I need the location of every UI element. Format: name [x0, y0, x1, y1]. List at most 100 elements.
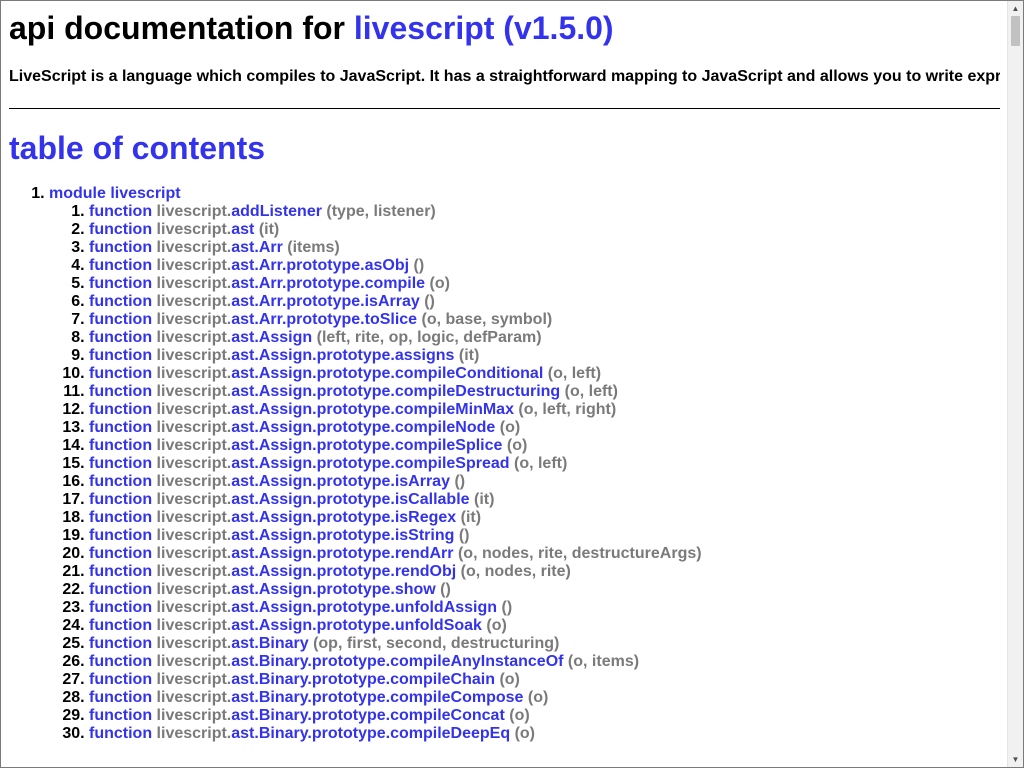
- function-keyword-link[interactable]: function: [89, 599, 152, 616]
- function-list-item: function livescript.ast (it): [89, 221, 1000, 239]
- function-name-link[interactable]: addListener: [231, 203, 322, 220]
- function-name-link[interactable]: ast.Assign.prototype.isArray: [231, 473, 450, 490]
- function-namespace: livescript.: [156, 455, 232, 472]
- page-title: api documentation for livescript (v1.5.0…: [9, 8, 1000, 48]
- function-namespace: livescript.: [156, 437, 232, 454]
- function-keyword-link[interactable]: function: [89, 725, 152, 742]
- function-keyword-link[interactable]: function: [89, 545, 152, 562]
- function-list-item: function livescript.ast.Assign.prototype…: [89, 581, 1000, 599]
- function-params: (): [440, 581, 451, 598]
- scroll-thumb[interactable]: [1011, 16, 1020, 46]
- function-params: (o): [499, 671, 520, 688]
- function-list-item: function livescript.ast.Assign.prototype…: [89, 599, 1000, 617]
- function-keyword-link[interactable]: function: [89, 473, 152, 490]
- function-list-item: function livescript.ast.Arr (items): [89, 239, 1000, 257]
- function-name-link[interactable]: ast.Assign.prototype.show: [231, 581, 435, 598]
- function-list-item: function livescript.ast.Assign.prototype…: [89, 491, 1000, 509]
- function-name-link[interactable]: ast.Arr.prototype.isArray: [231, 293, 420, 310]
- function-name-link[interactable]: ast.Assign.prototype.unfoldSoak: [231, 617, 482, 634]
- function-keyword-link[interactable]: function: [89, 221, 152, 238]
- title-link[interactable]: livescript (v1.5.0): [354, 10, 614, 46]
- function-name-link[interactable]: ast.Assign: [231, 329, 312, 346]
- function-params: (o, items): [567, 653, 640, 670]
- function-name-link[interactable]: ast.Assign.prototype.isRegex: [231, 509, 456, 526]
- vertical-scrollbar[interactable]: ▲ ▼: [1007, 1, 1023, 767]
- function-keyword-link[interactable]: function: [89, 671, 152, 688]
- scroll-up-icon[interactable]: ▲: [1008, 1, 1023, 16]
- function-name-link[interactable]: ast: [231, 221, 254, 238]
- function-keyword-link[interactable]: function: [89, 401, 152, 418]
- function-namespace: livescript.: [156, 491, 232, 508]
- function-name-link[interactable]: ast.Binary.prototype.compileConcat: [231, 707, 505, 724]
- function-params: (): [458, 527, 470, 544]
- function-name-link[interactable]: ast.Assign.prototype.isCallable: [231, 491, 469, 508]
- function-name-link[interactable]: ast.Assign.prototype.compileDestructurin…: [231, 383, 560, 400]
- function-list-item: function livescript.ast.Arr.prototype.to…: [89, 311, 1000, 329]
- function-name-link[interactable]: ast.Binary.prototype.compileDeepEq: [231, 725, 510, 742]
- divider: [9, 108, 1000, 109]
- function-namespace: livescript.: [156, 347, 232, 364]
- function-name-link[interactable]: ast.Arr.prototype.asObj: [231, 257, 409, 274]
- function-params: (): [413, 257, 425, 274]
- function-keyword-link[interactable]: function: [89, 329, 152, 346]
- function-name-link[interactable]: ast.Assign.prototype.compileSplice: [231, 437, 502, 454]
- function-list-item: function livescript.ast.Binary.prototype…: [89, 653, 1000, 671]
- function-keyword-link[interactable]: function: [89, 419, 152, 436]
- function-keyword-link[interactable]: function: [89, 347, 152, 364]
- function-name-link[interactable]: ast.Assign.prototype.isString: [231, 527, 454, 544]
- function-params: (it): [460, 509, 482, 526]
- function-keyword-link[interactable]: function: [89, 239, 152, 256]
- function-keyword-link[interactable]: function: [89, 617, 152, 634]
- function-name-link[interactable]: ast.Assign.prototype.unfoldAssign: [231, 599, 497, 616]
- function-params: (o, base, symbol): [421, 311, 553, 328]
- function-keyword-link[interactable]: function: [89, 635, 152, 652]
- function-name-link[interactable]: ast.Binary.prototype.compileChain: [231, 671, 495, 688]
- function-name-link[interactable]: ast.Arr.prototype.compile: [231, 275, 425, 292]
- function-name-link[interactable]: ast.Assign.prototype.assigns: [231, 347, 454, 364]
- function-namespace: livescript.: [156, 545, 232, 562]
- function-keyword-link[interactable]: function: [89, 455, 152, 472]
- function-keyword-link[interactable]: function: [89, 527, 152, 544]
- function-params: (left, rite, op, logic, defParam): [316, 329, 542, 346]
- function-name-link[interactable]: ast.Assign.prototype.rendArr: [231, 545, 453, 562]
- function-keyword-link[interactable]: function: [89, 293, 152, 310]
- page-content: api documentation for livescript (v1.5.0…: [1, 8, 1008, 743]
- function-keyword-link[interactable]: function: [89, 707, 152, 724]
- function-namespace: livescript.: [156, 635, 232, 652]
- function-keyword-link[interactable]: function: [89, 275, 152, 292]
- function-namespace: livescript.: [156, 329, 232, 346]
- function-list-item: function livescript.addListener (type, l…: [89, 203, 1000, 221]
- function-keyword-link[interactable]: function: [89, 383, 152, 400]
- function-keyword-link[interactable]: function: [89, 563, 152, 580]
- function-keyword-link[interactable]: function: [89, 257, 152, 274]
- module-list: module livescript function livescript.ad…: [9, 185, 1000, 743]
- function-name-link[interactable]: ast.Assign.prototype.compileConditional: [231, 365, 543, 382]
- function-list-item: function livescript.ast.Arr.prototype.as…: [89, 257, 1000, 275]
- function-name-link[interactable]: ast.Assign.prototype.compileMinMax: [231, 401, 514, 418]
- function-name-link[interactable]: ast.Assign.prototype.compileSpread: [231, 455, 509, 472]
- function-name-link[interactable]: ast.Assign.prototype.compileNode: [231, 419, 495, 436]
- function-name-link[interactable]: ast.Arr: [231, 239, 283, 256]
- function-keyword-link[interactable]: function: [89, 509, 152, 526]
- function-name-link[interactable]: ast.Arr.prototype.toSlice: [231, 311, 417, 328]
- function-namespace: livescript.: [156, 419, 232, 436]
- scroll-down-icon[interactable]: ▼: [1008, 752, 1023, 767]
- function-name-link[interactable]: ast.Assign.prototype.rendObj: [231, 563, 456, 580]
- function-keyword-link[interactable]: function: [89, 365, 152, 382]
- toc-heading[interactable]: table of contents: [9, 128, 1000, 168]
- function-keyword-link[interactable]: function: [89, 491, 152, 508]
- function-name-link[interactable]: ast.Binary.prototype.compileCompose: [231, 689, 523, 706]
- module-link[interactable]: module livescript: [49, 185, 181, 202]
- function-keyword-link[interactable]: function: [89, 203, 152, 220]
- function-keyword-link[interactable]: function: [89, 689, 152, 706]
- function-keyword-link[interactable]: function: [89, 437, 152, 454]
- function-name-link[interactable]: ast.Binary.prototype.compileAnyInstanceO…: [231, 653, 563, 670]
- function-keyword-link[interactable]: function: [89, 653, 152, 670]
- function-params: (type, listener): [326, 203, 436, 220]
- function-params: (o, left): [564, 383, 618, 400]
- function-keyword-link[interactable]: function: [89, 581, 152, 598]
- function-namespace: livescript.: [156, 509, 232, 526]
- function-name-link[interactable]: ast.Binary: [231, 635, 308, 652]
- function-list-item: function livescript.ast.Binary.prototype…: [89, 689, 1000, 707]
- function-keyword-link[interactable]: function: [89, 311, 152, 328]
